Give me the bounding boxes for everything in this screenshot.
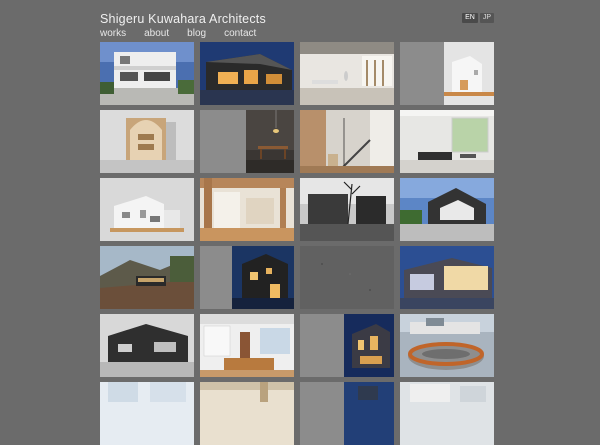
work-thumbnail[interactable] <box>300 42 394 105</box>
work-thumbnail[interactable] <box>400 110 494 173</box>
courtyard-bench-photo <box>400 314 494 377</box>
work-thumbnail[interactable] <box>100 314 194 377</box>
work-thumbnail[interactable] <box>300 178 394 241</box>
work-thumbnail[interactable] <box>400 246 494 309</box>
dining-interior-photo <box>200 110 294 173</box>
white-model-photo <box>100 178 194 241</box>
arch-model-photo <box>100 110 194 173</box>
work-thumbnail[interactable] <box>200 110 294 173</box>
night-facade-photo <box>300 314 394 377</box>
language-switcher: EN JP <box>462 13 494 23</box>
nav-blog[interactable]: blog <box>187 28 206 39</box>
concrete-texture-photo <box>300 246 394 309</box>
dark-blue-photo <box>300 382 394 445</box>
timber-interior-photo <box>200 178 294 241</box>
lang-en-button[interactable]: EN <box>462 13 478 23</box>
work-thumbnail[interactable] <box>100 178 194 241</box>
nav-about[interactable]: about <box>144 28 169 39</box>
white-house-photo <box>100 42 194 105</box>
work-thumbnail[interactable] <box>200 178 294 241</box>
dusk-house-photo <box>200 42 294 105</box>
work-thumbnail[interactable] <box>400 382 494 445</box>
night-house-photo <box>200 246 294 309</box>
nav-contact[interactable]: contact <box>224 28 256 39</box>
kitchen-interior-photo <box>200 314 294 377</box>
modern-house-sky-photo <box>400 178 494 241</box>
pale-exterior-photo <box>400 382 494 445</box>
work-thumbnail[interactable] <box>200 246 294 309</box>
dark-house-photo <box>100 314 194 377</box>
lang-jp-button[interactable]: JP <box>479 13 494 23</box>
nav-works[interactable]: works <box>100 28 126 39</box>
main-nav: works about blog contact <box>100 28 256 39</box>
site-title[interactable]: Shigeru Kuwahara Architects <box>100 12 266 26</box>
work-thumbnail[interactable] <box>300 246 394 309</box>
work-thumbnail[interactable] <box>400 42 494 105</box>
work-thumbnail[interactable] <box>300 314 394 377</box>
work-thumbnail[interactable] <box>100 382 194 445</box>
hillside-house-photo <box>100 246 194 309</box>
site-header: Shigeru Kuwahara Architects works about … <box>100 12 494 40</box>
work-thumbnail[interactable] <box>400 178 494 241</box>
work-thumbnail[interactable] <box>100 246 194 309</box>
white-interior-photo <box>300 42 394 105</box>
work-thumbnail[interactable] <box>100 110 194 173</box>
staircase-interior-photo <box>300 110 394 173</box>
beige-interior-photo <box>200 382 294 445</box>
model-house-photo <box>400 42 494 105</box>
living-room-photo <box>400 110 494 173</box>
work-thumbnail[interactable] <box>200 42 294 105</box>
work-thumbnail[interactable] <box>300 382 394 445</box>
bw-house-photo <box>300 178 394 241</box>
work-thumbnail[interactable] <box>300 110 394 173</box>
work-thumbnail[interactable] <box>100 42 194 105</box>
work-thumbnail[interactable] <box>200 382 294 445</box>
work-thumbnail[interactable] <box>400 314 494 377</box>
works-grid <box>100 42 494 445</box>
blue-dusk-house-photo <box>400 246 494 309</box>
work-thumbnail[interactable] <box>200 314 294 377</box>
bright-interior-photo <box>100 382 194 445</box>
